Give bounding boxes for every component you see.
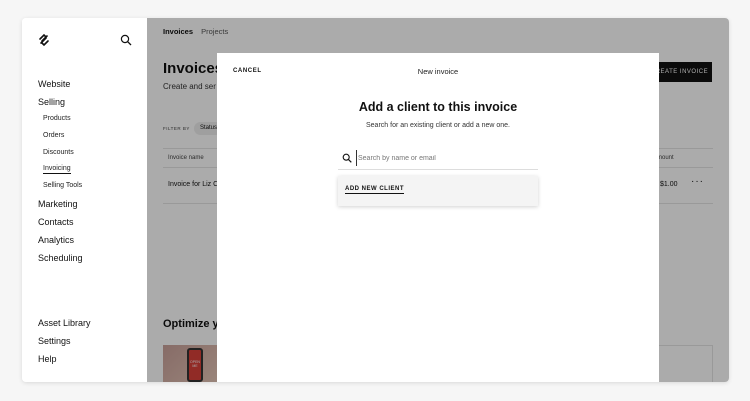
client-search-input[interactable]: [356, 150, 536, 166]
sidebar-item-analytics[interactable]: Analytics: [38, 234, 83, 252]
client-search-field: [338, 146, 538, 170]
sidebar-sub-invoicing-label: Invoicing: [43, 165, 71, 175]
sidebar-nav: Website Selling Products Orders Discount…: [38, 78, 83, 270]
client-dropdown: ADD NEW CLIENT: [338, 176, 538, 206]
sidebar-sub-products[interactable]: Products: [38, 114, 83, 131]
sidebar-sub-invoicing[interactable]: Invoicing: [38, 164, 83, 181]
sidebar-item-help[interactable]: Help: [38, 353, 91, 371]
sidebar-bottom-nav: Asset Library Settings Help: [38, 317, 91, 371]
modal-heading: Add a client to this invoice: [358, 100, 518, 114]
app-window: Website Selling Products Orders Discount…: [22, 18, 729, 382]
search-icon[interactable]: [120, 34, 132, 46]
search-icon: [342, 153, 352, 163]
modal-title: New invoice: [417, 67, 459, 76]
sidebar-item-scheduling[interactable]: Scheduling: [38, 252, 83, 270]
sidebar-sub-orders[interactable]: Orders: [38, 131, 83, 148]
sidebar-sub-discounts[interactable]: Discounts: [38, 148, 83, 165]
sidebar-item-marketing[interactable]: Marketing: [38, 198, 83, 216]
new-invoice-modal: CANCEL New invoice Add a client to this …: [217, 53, 659, 382]
squarespace-logo-icon[interactable]: [37, 33, 51, 47]
sidebar-item-contacts[interactable]: Contacts: [38, 216, 83, 234]
sidebar-sub-selling-tools[interactable]: Selling Tools: [38, 181, 83, 198]
sidebar-item-asset-library[interactable]: Asset Library: [38, 317, 91, 335]
sidebar-item-selling[interactable]: Selling: [38, 96, 83, 114]
modal-subtext: Search for an existing client or add a n…: [366, 122, 510, 129]
sidebar-item-website[interactable]: Website: [38, 78, 83, 96]
sidebar-item-settings[interactable]: Settings: [38, 335, 91, 353]
add-new-client-button[interactable]: ADD NEW CLIENT: [345, 186, 404, 194]
sidebar: Website Selling Products Orders Discount…: [22, 18, 147, 382]
